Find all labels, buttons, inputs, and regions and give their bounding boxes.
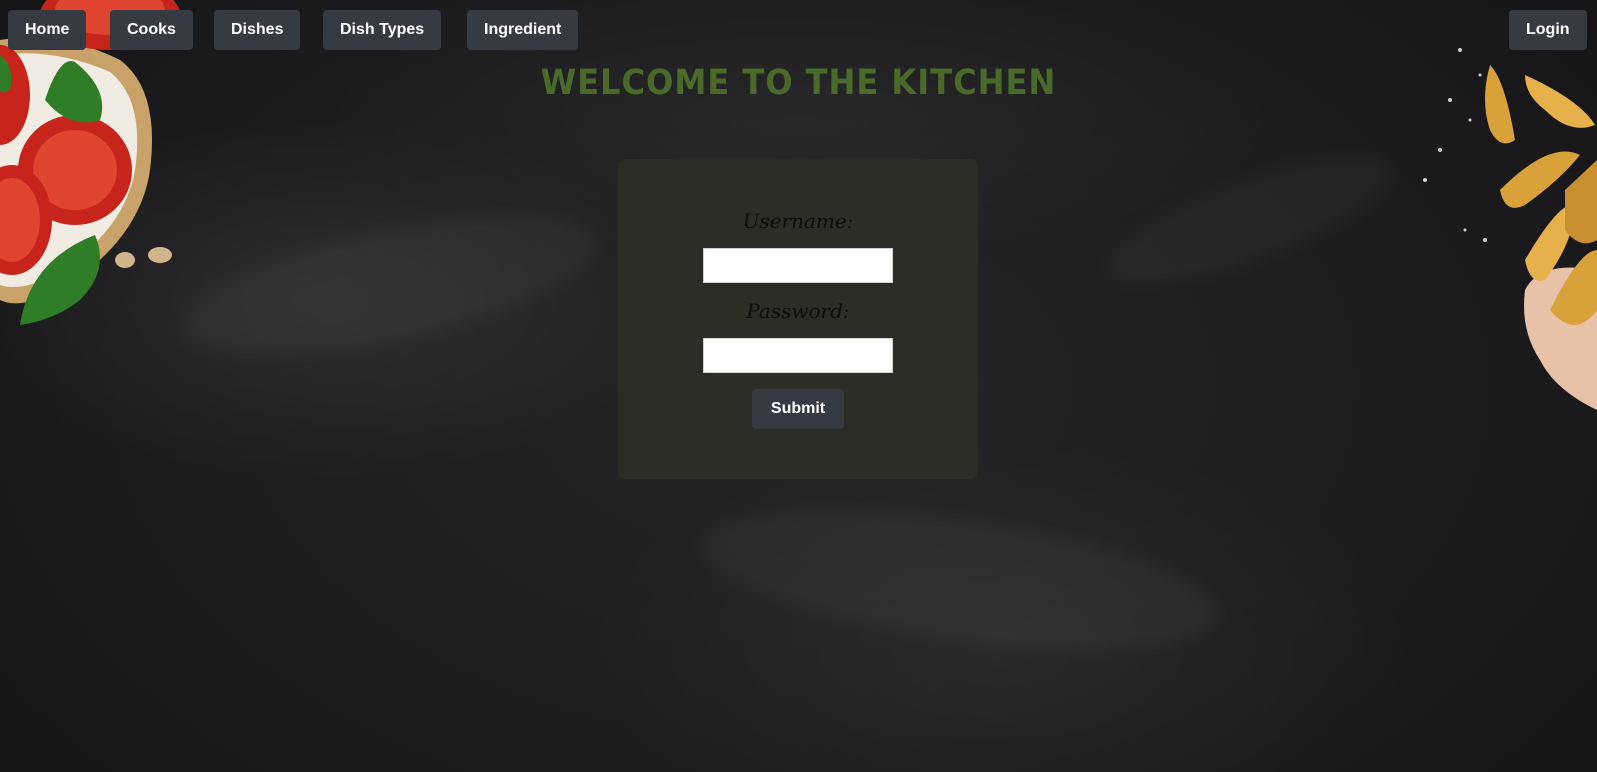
page-title: Welcome to the Kitchen [540,63,1057,103]
username-label: Username: [742,209,854,233]
login-form: Username: Password: Submit [618,159,978,479]
chalk-smudge [694,484,1226,675]
nav-cooks-button[interactable]: Cooks [110,10,193,50]
nav-dishes-button[interactable]: Dishes [214,10,301,50]
nav-ingredient-button[interactable]: Ingredient [467,10,579,50]
nav-home-button[interactable]: Home [8,10,87,50]
submit-button[interactable]: Submit [752,389,844,429]
bruschetta-image [0,0,180,325]
nav-login-button[interactable]: Login [1509,10,1587,50]
chalk-smudge [173,188,607,383]
password-input[interactable] [703,338,893,373]
password-label: Password: [746,299,850,323]
nav-dish-types-button[interactable]: Dish Types [323,10,442,50]
username-input[interactable] [703,248,893,283]
